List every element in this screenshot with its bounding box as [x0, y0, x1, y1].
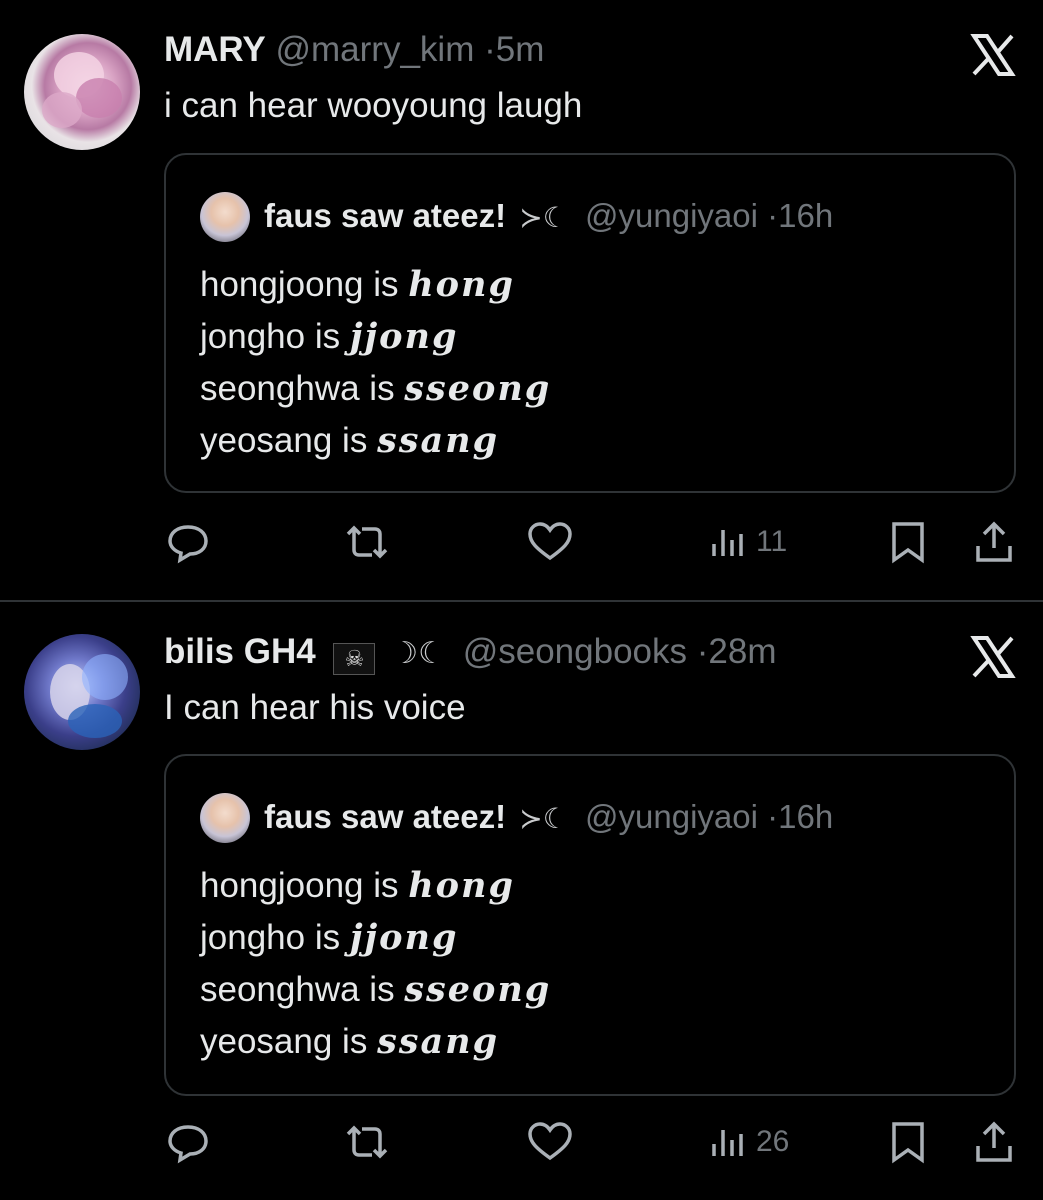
like-button[interactable]: [526, 512, 574, 572]
quoted-header: faus saw ateez! ≻☾ @yungiyaoi ·16h: [264, 197, 833, 235]
retweet-button[interactable]: [340, 1112, 394, 1172]
quoted-tweet[interactable]: faus saw ateez! ≻☾ @yungiyaoi ·16h hongj…: [164, 754, 1016, 1096]
share-button[interactable]: [972, 1112, 1016, 1172]
line-fancy: hong: [408, 264, 515, 305]
heart-icon: [528, 522, 572, 561]
line-fancy: jjong: [349, 316, 459, 357]
bookmark-button[interactable]: [888, 512, 928, 572]
analytics-icon: [712, 1130, 743, 1156]
tweet[interactable]: bilis GH4 ☠ ☽☾ @seongbooks ·28m I can he…: [0, 602, 1043, 1200]
tweet-header: MARY @marry_kim ·5m: [164, 30, 544, 70]
quoted-line: hongjoong is hong: [200, 259, 551, 311]
line-plain: jongho is: [200, 317, 350, 356]
x-logo-icon[interactable]: [968, 30, 1018, 80]
quoted-avatar: [200, 192, 250, 242]
like-button[interactable]: [526, 1112, 574, 1172]
line-plain: yeosang is: [200, 421, 378, 460]
author-name[interactable]: MARY: [164, 30, 266, 69]
bookmark-icon: [892, 1122, 924, 1164]
tweet[interactable]: MARY @marry_kim ·5m i can hear wooyoung …: [0, 0, 1043, 600]
quoted-author-name: faus saw ateez!: [264, 798, 507, 835]
moon-glyph: ☽☾: [391, 637, 445, 670]
separator-dot: ·: [767, 798, 779, 835]
retweet-icon: [346, 525, 388, 559]
tweet-text: i can hear wooyoung laugh: [164, 86, 583, 125]
reply-icon: [168, 525, 208, 564]
action-bar: 26: [0, 1112, 1043, 1172]
quoted-line: hongjoong is hong: [200, 860, 551, 912]
quoted-line: yeosang is ssang: [200, 415, 551, 467]
quoted-line: seonghwa is sseong: [200, 363, 551, 415]
tweet-text: I can hear his voice: [164, 688, 466, 727]
quoted-text: hongjoong is hong jongho is jjong seongh…: [200, 259, 551, 467]
line-fancy: sseong: [404, 969, 552, 1010]
reply-button[interactable]: [166, 1112, 210, 1172]
quoted-line: jongho is jjong: [200, 311, 551, 363]
avatar[interactable]: [24, 634, 140, 750]
quoted-tweet[interactable]: faus saw ateez! ≻☾ @yungiyaoi ·16h hongj…: [164, 153, 1016, 493]
quoted-line: seonghwa is sseong: [200, 964, 551, 1016]
line-plain: jongho is: [200, 918, 350, 957]
separator-dot: ·: [484, 30, 496, 69]
quoted-line: yeosang is ssang: [200, 1016, 551, 1068]
timestamp[interactable]: 28m: [708, 632, 776, 671]
quoted-moon-glyph: ≻☾: [519, 803, 568, 834]
timestamp[interactable]: 5m: [496, 30, 545, 69]
line-fancy: sseong: [404, 368, 552, 409]
quoted-moon-glyph: ≻☾: [519, 202, 568, 233]
line-plain: seonghwa is: [200, 369, 405, 408]
avatar[interactable]: [24, 34, 140, 150]
views-count: 11: [756, 525, 788, 558]
views-count: 26: [756, 1125, 790, 1158]
share-button[interactable]: [972, 512, 1016, 572]
reply-button[interactable]: [166, 512, 210, 572]
quoted-timestamp: 16h: [778, 798, 834, 835]
heart-icon: [528, 1122, 572, 1161]
line-plain: yeosang is: [200, 1022, 378, 1061]
share-icon: [976, 521, 1012, 562]
analytics-icon: [712, 530, 743, 556]
author-name[interactable]: bilis GH4: [164, 632, 316, 671]
bookmark-icon: [892, 522, 924, 564]
reply-icon: [168, 1125, 208, 1164]
quoted-handle: @yungiyaoi: [585, 798, 758, 835]
separator-dot: ·: [696, 632, 709, 671]
share-icon: [976, 1121, 1012, 1162]
action-bar: 11: [0, 512, 1043, 572]
line-fancy: hong: [408, 865, 515, 906]
quoted-author-name: faus saw ateez!: [264, 197, 507, 234]
views-button[interactable]: 11: [708, 512, 787, 572]
quoted-timestamp: 16h: [778, 197, 834, 234]
line-fancy: ssang: [377, 420, 500, 461]
line-plain: hongjoong is: [200, 265, 409, 304]
quoted-header: faus saw ateez! ≻☾ @yungiyaoi ·16h: [264, 798, 833, 836]
retweet-icon: [346, 1125, 388, 1159]
line-plain: hongjoong is: [200, 866, 409, 905]
separator-dot: ·: [767, 197, 779, 234]
bookmark-button[interactable]: [888, 1112, 928, 1172]
retweet-button[interactable]: [340, 512, 394, 572]
quoted-handle: @yungiyaoi: [585, 197, 758, 234]
quoted-text: hongjoong is hong jongho is jjong seongh…: [200, 860, 551, 1068]
quoted-line: jongho is jjong: [200, 912, 551, 964]
line-fancy: ssang: [377, 1021, 500, 1062]
quoted-avatar: [200, 793, 250, 843]
pirate-flag-icon: ☠: [333, 643, 376, 675]
author-handle[interactable]: @seongbooks: [463, 632, 687, 671]
views-button[interactable]: 26: [708, 1112, 789, 1172]
tweet-header: bilis GH4 ☠ ☽☾ @seongbooks ·28m: [164, 632, 777, 675]
author-handle[interactable]: @marry_kim: [276, 30, 475, 69]
line-fancy: jjong: [349, 917, 459, 958]
line-plain: seonghwa is: [200, 970, 405, 1009]
x-logo-icon[interactable]: [968, 632, 1018, 682]
